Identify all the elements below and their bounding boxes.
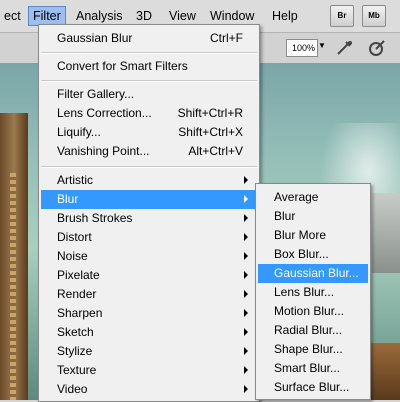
filter-menu: Gaussian Blur Ctrl+F Convert for Smart F… xyxy=(38,24,260,402)
menu-item-label: Vanishing Point... xyxy=(57,144,150,158)
menu-item-texture[interactable]: Texture xyxy=(41,361,257,380)
airbrush-icon[interactable] xyxy=(334,38,356,58)
menu-item-vanishing-point[interactable]: Vanishing Point... Alt+Ctrl+V xyxy=(41,142,257,161)
menu-item-sketch[interactable]: Sketch xyxy=(41,323,257,342)
menu-item-label: Noise xyxy=(57,249,88,263)
menu-item-shortcut: Shift+Ctrl+R xyxy=(177,106,243,120)
menu-item-stylize[interactable]: Stylize xyxy=(41,342,257,361)
canvas-image-ground xyxy=(366,343,400,400)
submenu-arrow-icon xyxy=(244,252,248,260)
canvas-image-rope xyxy=(10,173,16,400)
menu-item-render[interactable]: Render xyxy=(41,285,257,304)
submenu-item-surface-blur[interactable]: Surface Blur... xyxy=(258,378,368,397)
submenu-item-smart-blur[interactable]: Smart Blur... xyxy=(258,359,368,378)
menu-item-label: Sketch xyxy=(57,325,94,339)
menu-item-label: Stylize xyxy=(57,344,93,358)
menu-item-label: Radial Blur... xyxy=(274,323,343,337)
submenu-item-motion-blur[interactable]: Motion Blur... xyxy=(258,302,368,321)
submenu-arrow-icon xyxy=(244,290,248,298)
menu-item-label: Distort xyxy=(57,230,92,244)
menu-item-label: Blur xyxy=(57,192,79,206)
menu-item-liquify[interactable]: Liquify... Shift+Ctrl+X xyxy=(41,123,257,142)
submenu-item-shape-blur[interactable]: Shape Blur... xyxy=(258,340,368,359)
zoom-field[interactable]: 100% xyxy=(286,39,318,57)
menu-item-gaussian-blur-last[interactable]: Gaussian Blur Ctrl+F xyxy=(41,29,257,48)
menu-item-shortcut: Shift+Ctrl+X xyxy=(178,125,243,139)
menu-item-shortcut: Ctrl+F xyxy=(210,31,243,45)
submenu-arrow-icon xyxy=(244,366,248,374)
menu-item-label: Shape Blur... xyxy=(274,342,343,356)
menu-item-pixelate[interactable]: Pixelate xyxy=(41,266,257,285)
bridge-button[interactable]: Br xyxy=(330,5,354,27)
menu-item-label: Lens Blur... xyxy=(274,285,335,299)
menu-item-label: Filter Gallery... xyxy=(57,87,135,101)
submenu-arrow-icon xyxy=(244,347,248,355)
menu-item-label: Sharpen xyxy=(57,306,103,320)
blur-submenu: Average Blur Blur More Box Blur... Gauss… xyxy=(255,183,371,400)
pressure-icon[interactable] xyxy=(366,38,388,58)
menu-item-video[interactable]: Video xyxy=(41,380,257,399)
menu-window[interactable]: Window xyxy=(206,7,258,25)
menu-item-artistic[interactable]: Artistic xyxy=(41,171,257,190)
submenu-item-average[interactable]: Average xyxy=(258,188,368,207)
submenu-arrow-icon xyxy=(244,271,248,279)
menu-item-sharpen[interactable]: Sharpen xyxy=(41,304,257,323)
menu-item-label: Render xyxy=(57,287,97,301)
menu-item-label: Gaussian Blur xyxy=(57,31,133,45)
submenu-arrow-icon xyxy=(244,214,248,222)
submenu-arrow-icon xyxy=(244,176,248,184)
submenu-item-radial-blur[interactable]: Radial Blur... xyxy=(258,321,368,340)
menu-item-label: Liquify... xyxy=(57,125,101,139)
submenu-item-lens-blur[interactable]: Lens Blur... xyxy=(258,283,368,302)
submenu-arrow-icon xyxy=(244,233,248,241)
menu-item-label: Video xyxy=(57,382,88,396)
submenu-item-gaussian-blur[interactable]: Gaussian Blur... xyxy=(258,264,368,283)
menu-item-label: Texture xyxy=(57,363,97,377)
submenu-item-box-blur[interactable]: Box Blur... xyxy=(258,245,368,264)
chevron-down-icon[interactable]: ▼ xyxy=(318,41,326,50)
menu-item-label: Pixelate xyxy=(57,268,100,282)
menu-item-label: Blur xyxy=(274,209,296,223)
menu-item-label: Smart Blur... xyxy=(274,361,341,375)
menu-item-distort[interactable]: Distort xyxy=(41,228,257,247)
menu-analysis[interactable]: Analysis xyxy=(72,7,127,25)
submenu-arrow-icon xyxy=(244,309,248,317)
menu-item-label: Artistic xyxy=(57,173,93,187)
menu-item-label: Brush Strokes xyxy=(57,211,133,225)
menu-item-label: Gaussian Blur... xyxy=(274,266,359,280)
menu-separator xyxy=(41,80,257,82)
menu-item-label: Surface Blur... xyxy=(274,380,350,394)
menu-item-label: Average xyxy=(274,190,319,204)
submenu-arrow-icon xyxy=(244,195,248,203)
menu-view[interactable]: View xyxy=(165,7,200,25)
menu-item-filter-gallery[interactable]: Filter Gallery... xyxy=(41,85,257,104)
submenu-item-blur[interactable]: Blur xyxy=(258,207,368,226)
menu-filter[interactable]: Filter xyxy=(28,6,66,26)
menu-select[interactable]: ect xyxy=(0,7,25,25)
menu-item-noise[interactable]: Noise xyxy=(41,247,257,266)
menu-help[interactable]: Help xyxy=(268,7,302,25)
menu-3d[interactable]: 3D xyxy=(132,7,156,25)
menu-separator xyxy=(41,166,257,168)
submenu-item-blur-more[interactable]: Blur More xyxy=(258,226,368,245)
menu-item-blur[interactable]: Blur xyxy=(41,190,257,209)
menu-item-label: Lens Correction... xyxy=(57,106,152,120)
mini-bridge-button[interactable]: Mb xyxy=(362,5,386,27)
menu-item-lens-correction[interactable]: Lens Correction... Shift+Ctrl+R xyxy=(41,104,257,123)
menu-item-brush-strokes[interactable]: Brush Strokes xyxy=(41,209,257,228)
menu-item-shortcut: Alt+Ctrl+V xyxy=(188,144,243,158)
menu-item-label: Motion Blur... xyxy=(274,304,345,318)
menu-item-label: Box Blur... xyxy=(274,247,329,261)
submenu-arrow-icon xyxy=(244,385,248,393)
canvas-image-building xyxy=(372,193,400,273)
menu-item-label: Blur More xyxy=(274,228,327,242)
menu-separator xyxy=(41,52,257,54)
menu-item-convert-smart-filters[interactable]: Convert for Smart Filters xyxy=(41,57,257,76)
submenu-arrow-icon xyxy=(244,328,248,336)
menu-item-label: Convert for Smart Filters xyxy=(57,59,188,73)
